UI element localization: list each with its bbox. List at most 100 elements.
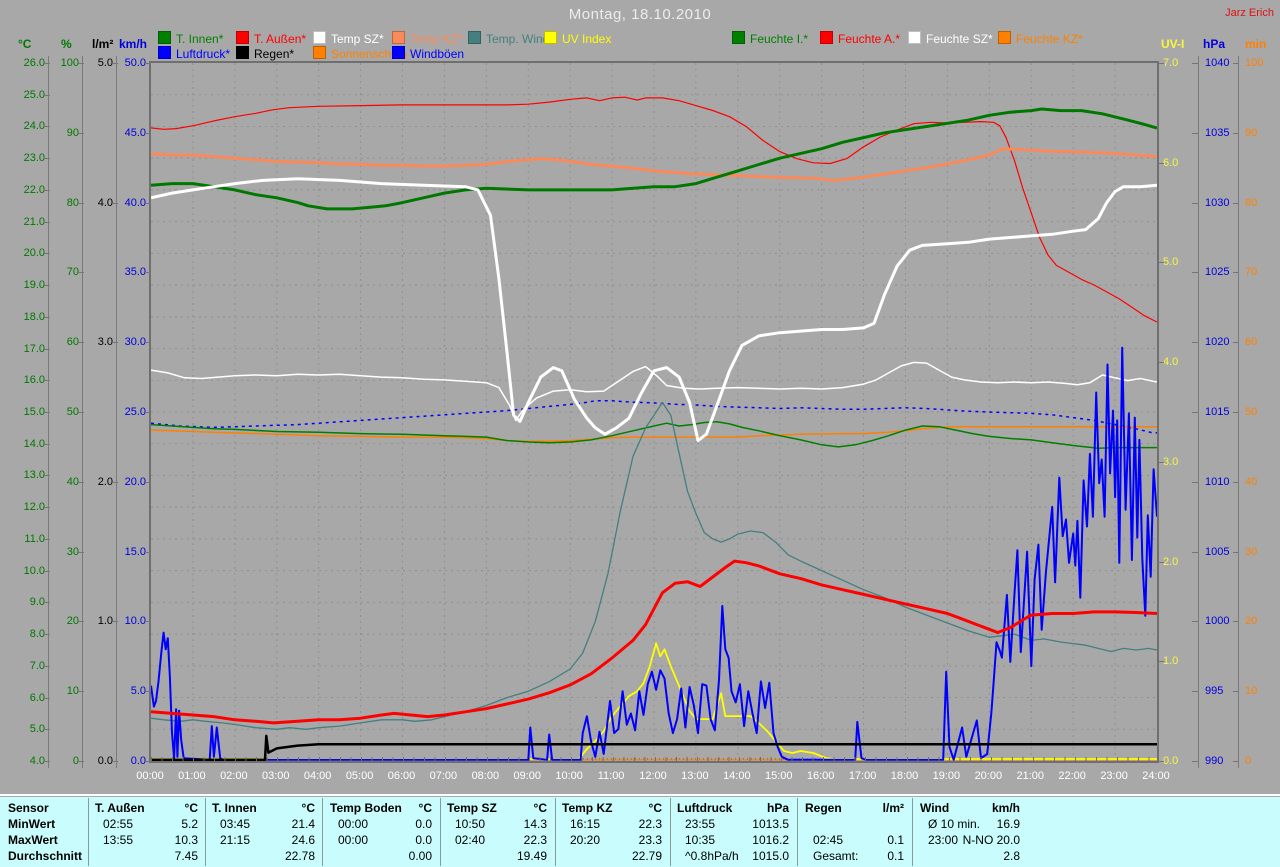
legend-item-feuchtea: Feuchte A.* <box>820 31 900 43</box>
table-cell-value: 16.9 <box>920 817 1020 831</box>
table-cell-value: 22.3 <box>447 833 547 847</box>
tick-minutes: 60 <box>1245 336 1257 348</box>
table-cell-value: 22.78 <box>212 849 315 863</box>
table-cell-value: 5.2 <box>95 817 198 831</box>
x-label-0700: 07:00 <box>421 770 465 782</box>
axis-header-min: min <box>1245 37 1266 51</box>
tick-uv: 6.0 <box>1163 157 1178 169</box>
tick-degC: 12.0 <box>0 501 45 513</box>
tick-mark-uv <box>1158 362 1164 363</box>
table-column-separator <box>797 798 798 866</box>
tick-degC: 20.0 <box>0 247 45 259</box>
legend-label: Feuchte I.* <box>750 32 808 46</box>
axis-header-UVI: UV-I <box>1161 37 1184 51</box>
table-column-separator <box>670 798 671 866</box>
tick-mark-degC <box>44 698 50 699</box>
x-label-0600: 06:00 <box>380 770 424 782</box>
table-cell-value: 24.6 <box>212 833 315 847</box>
tick-mark-degC <box>44 253 50 254</box>
x-label-0000: 00:00 <box>128 770 172 782</box>
x-label-1000: 10:00 <box>547 770 591 782</box>
tick-mark-degC <box>44 571 50 572</box>
tick-mark-kmh <box>145 63 151 64</box>
tick-mark-kmh <box>145 691 151 692</box>
tick-degC: 25.0 <box>0 89 45 101</box>
x-label-0100: 01:00 <box>170 770 214 782</box>
tick-hpa: 1020 <box>1205 336 1229 348</box>
legend-label: Feuchte SZ* <box>926 32 993 46</box>
x-label-2400: 24:00 <box>1134 770 1178 782</box>
tick-mark-degC <box>44 539 50 540</box>
tick-degC: 5.0 <box>0 723 45 735</box>
x-label-1200: 12:00 <box>631 770 675 782</box>
table-row-label: Sensor <box>8 801 49 815</box>
x-label-1400: 14:00 <box>715 770 759 782</box>
weather-app-screen: Montag, 18.10.2010 Jarz Erich SensorMinW… <box>0 0 1280 867</box>
legend-item-tauen: T. Außen* <box>236 31 306 43</box>
tick-uv: 7.0 <box>1163 57 1178 69</box>
tick-mark-uv <box>1158 661 1164 662</box>
tick-mark-kmh <box>145 342 151 343</box>
table-cell-value: 22.3 <box>562 817 662 831</box>
tick-pct: 90 <box>19 127 79 139</box>
legend-item-tempwind: Temp. Wind* <box>468 31 554 43</box>
tick-mark-degC <box>44 317 50 318</box>
tick-mark-degC <box>44 666 50 667</box>
tick-degC: 23.0 <box>0 152 45 164</box>
tick-degC: 14.0 <box>0 438 45 450</box>
table-cell-value: 10.3 <box>95 833 198 847</box>
x-label-1300: 13:00 <box>673 770 717 782</box>
tick-hpa: 1000 <box>1205 615 1229 627</box>
table-cell-value: 0.0 <box>330 817 432 831</box>
table-col-unit: °C <box>562 801 662 815</box>
tick-mark-pct <box>78 552 84 553</box>
table-cell-value: 0.00 <box>330 849 432 863</box>
axis-header-: % <box>61 37 72 51</box>
legend-item-tempsz: Temp SZ* <box>313 31 384 43</box>
watermark-author: Jarz Erich <box>1225 7 1274 19</box>
tick-hpa: 1015 <box>1205 406 1229 418</box>
tick-minutes: 40 <box>1245 476 1257 488</box>
table-cell-value: 0.0 <box>330 833 432 847</box>
legend-swatch <box>468 31 481 44</box>
tick-minutes: 20 <box>1245 615 1257 627</box>
series-feuchte_kz <box>151 427 1157 442</box>
tick-mark-degC <box>44 285 50 286</box>
legend-label: Feuchte A.* <box>838 32 900 46</box>
tick-pct: 50 <box>19 406 79 418</box>
table-separator <box>0 794 1280 796</box>
x-axis-minor-ticks <box>151 757 1157 762</box>
tick-mark-degC <box>44 222 50 223</box>
legend-swatch <box>158 31 171 44</box>
legend-label: Temp KZ* <box>410 32 463 46</box>
tick-mark-degC <box>44 95 50 96</box>
tick-hpa: 1025 <box>1205 266 1229 278</box>
x-label-1700: 17:00 <box>841 770 885 782</box>
tick-degC: 19.0 <box>0 279 45 291</box>
legend-swatch <box>313 31 326 44</box>
tick-minutes: 80 <box>1245 197 1257 209</box>
x-label-1500: 15:00 <box>757 770 801 782</box>
legend-item-uvindex: UV Index <box>544 31 611 43</box>
tick-mark-kmh <box>145 761 151 762</box>
tick-mark-kmh <box>145 133 151 134</box>
x-label-1600: 16:00 <box>799 770 843 782</box>
axis-spine-minutes <box>1238 56 1239 768</box>
legend-item-tempkz: Temp KZ* <box>392 31 463 43</box>
tick-hpa: 995 <box>1205 685 1223 697</box>
table-cell-value: 23.3 <box>562 833 662 847</box>
table-cell-value: 1016.2 <box>677 833 789 847</box>
tick-minutes: 10 <box>1245 685 1257 697</box>
table-column-separator <box>912 798 913 866</box>
legend-item-regen: Regen* <box>236 46 294 58</box>
table-cell-value: 0.1 <box>805 849 904 863</box>
tick-mark-degC <box>44 729 50 730</box>
tick-minutes: 100 <box>1245 57 1263 69</box>
tick-mark-degC <box>44 380 50 381</box>
tick-hpa: 1005 <box>1205 546 1229 558</box>
x-label-2200: 22:00 <box>1050 770 1094 782</box>
table-cell-value: 0.1 <box>805 833 904 847</box>
tick-mark-kmh <box>145 203 151 204</box>
tick-uv: 5.0 <box>1163 256 1178 268</box>
axis-spine-lm2 <box>116 56 117 768</box>
